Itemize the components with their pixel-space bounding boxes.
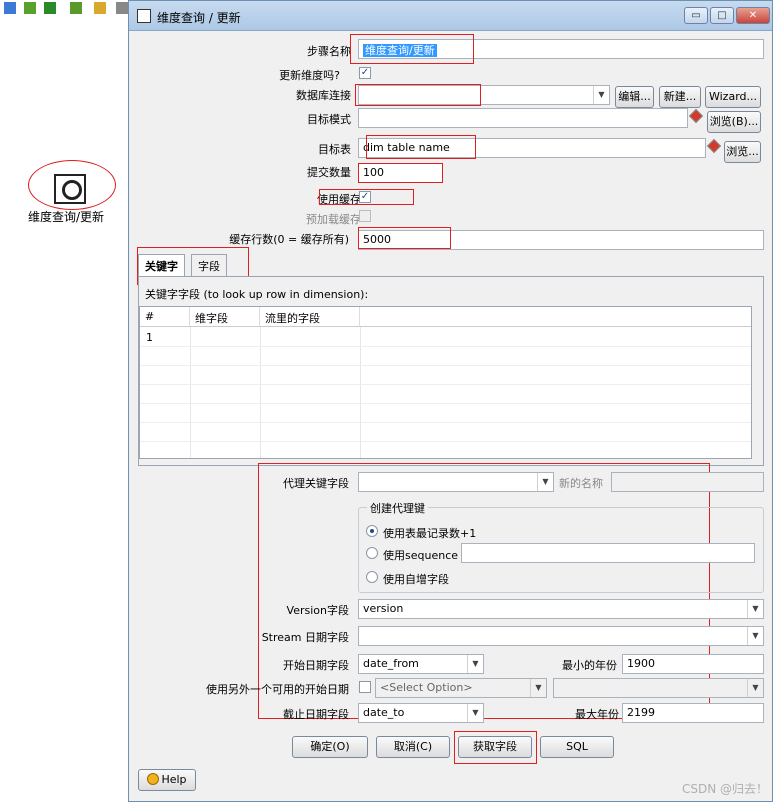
alt-start-type-select[interactable]: <Select Option> ▼: [375, 678, 547, 698]
radio-autoinc-label[interactable]: 使用自增字段: [383, 571, 449, 587]
step-label: 维度查询/更新: [28, 210, 105, 224]
db-conn-label: 数据库连接: [296, 89, 351, 102]
start-date-label: 开始日期字段: [283, 659, 349, 672]
browse-schema-button[interactable]: 浏览(B)...: [707, 111, 761, 133]
table-row-number[interactable]: 1: [146, 331, 153, 344]
new-name-label: 新的名称: [559, 477, 603, 490]
chevron-down-icon: ▼: [593, 86, 609, 104]
watermark: CSDN @归去！: [681, 782, 768, 796]
edit-icon[interactable]: [70, 2, 82, 14]
radio-table-max-label[interactable]: 使用表最记录数+1: [383, 525, 476, 541]
target-schema-input[interactable]: [358, 108, 688, 128]
keys-caption: 关键字字段 (to look up row in dimension):: [145, 288, 369, 301]
commit-size-input[interactable]: 100: [358, 163, 443, 183]
annotation-box: [319, 189, 414, 205]
radio-sequence-label[interactable]: 使用sequence: [383, 547, 458, 563]
new-button[interactable]: 新建...: [659, 86, 701, 108]
row-divider: [140, 441, 751, 442]
chevron-down-icon: ▼: [530, 679, 546, 697]
annotation-box: [366, 135, 476, 159]
version-select[interactable]: version ▼: [358, 599, 764, 619]
hop-icon[interactable]: [24, 2, 36, 14]
radio-autoinc[interactable]: [366, 571, 378, 583]
alt-start-checkbox[interactable]: [359, 681, 371, 693]
surrogate-key-label: 代理关键字段: [283, 477, 349, 490]
annotation-box: [454, 731, 537, 764]
more-icon[interactable]: [116, 2, 128, 14]
group-title: 创建代理键: [367, 500, 428, 516]
preload-cache-checkbox[interactable]: [359, 210, 371, 222]
annotation-box: [350, 34, 474, 64]
min-year-label: 最小的年份: [562, 659, 617, 672]
variable-icon: [706, 138, 722, 154]
dimension-lookup-icon: [54, 174, 86, 204]
row-divider: [140, 346, 751, 347]
column-header[interactable]: 维字段: [190, 307, 260, 327]
target-schema-label: 目标模式: [307, 113, 351, 126]
variable-icon: [688, 108, 704, 124]
cache-rows-label: 缓存行数(0 = 缓存所有): [229, 233, 349, 246]
help-button[interactable]: Help: [138, 769, 196, 791]
step-name-label: 步骤名称: [307, 45, 351, 58]
max-year-input[interactable]: 2199: [622, 703, 764, 723]
ok-button[interactable]: 确定(O): [292, 736, 368, 758]
annotation-box: [355, 84, 481, 106]
new-name-input[interactable]: [611, 472, 764, 492]
row-divider: [140, 365, 751, 366]
window-title: 维度查询 / 更新: [157, 11, 241, 25]
chevron-down-icon: ▼: [747, 679, 763, 697]
update-dim-checkbox[interactable]: ✓: [359, 67, 371, 79]
chevron-down-icon: ▼: [467, 704, 483, 722]
row-divider: [140, 422, 751, 423]
help-icon: [147, 773, 160, 785]
tool-icon[interactable]: [94, 2, 106, 14]
radio-table-max[interactable]: [366, 525, 378, 537]
minimize-button[interactable]: ▭: [684, 7, 708, 24]
chevron-down-icon: ▼: [747, 600, 763, 618]
run-icon[interactable]: [44, 2, 56, 14]
column-header[interactable]: #: [140, 307, 190, 327]
min-year-input[interactable]: 1900: [622, 654, 764, 674]
sequence-input[interactable]: [461, 543, 755, 563]
preload-cache-label: 预加载缓存: [306, 213, 361, 226]
close-button[interactable]: ✕: [736, 7, 770, 24]
version-label: Version字段: [286, 604, 349, 617]
chevron-down-icon: ▼: [747, 627, 763, 645]
wizard-button[interactable]: Wizard...: [705, 86, 761, 108]
keys-table[interactable]: # 维字段 流里的字段 1: [139, 306, 752, 459]
dimension-lookup-dialog: 维度查询 / 更新 ▭ □ ✕ 步骤名称 维度查询/更新 更新维度吗? ✓ 数据…: [128, 0, 773, 802]
title-bar: 维度查询 / 更新 ▭ □ ✕: [129, 1, 772, 31]
row-divider: [140, 403, 751, 404]
browse-table-button[interactable]: 浏览...: [724, 141, 761, 163]
update-dim-label: 更新维度吗?: [279, 69, 340, 82]
column-header[interactable]: 流里的字段: [260, 307, 360, 327]
alt-start-label: 使用另外一个可用的开始日期: [206, 683, 349, 696]
canvas-toolbar: [0, 0, 130, 18]
start-date-select[interactable]: date_from ▼: [358, 654, 484, 674]
end-date-label: 截止日期字段: [283, 708, 349, 721]
max-year-label: 最大年份: [575, 708, 619, 721]
column-header-empty: [360, 307, 751, 327]
target-table-label: 目标表: [318, 143, 351, 156]
select-icon[interactable]: [4, 2, 16, 14]
stream-date-select[interactable]: ▼: [358, 626, 764, 646]
stream-date-label: Stream 日期字段: [261, 631, 349, 644]
cancel-button[interactable]: 取消(C): [376, 736, 450, 758]
row-divider: [140, 384, 751, 385]
surrogate-key-select[interactable]: ▼: [358, 472, 554, 492]
radio-sequence[interactable]: [366, 547, 378, 559]
edit-button[interactable]: 编辑...: [615, 86, 654, 108]
sql-button[interactable]: SQL: [540, 736, 614, 758]
alt-start-field-select[interactable]: ▼: [553, 678, 764, 698]
commit-size-label: 提交数量: [307, 166, 351, 179]
end-date-select[interactable]: date_to ▼: [358, 703, 484, 723]
chevron-down-icon: ▼: [537, 473, 553, 491]
chevron-down-icon: ▼: [467, 655, 483, 673]
window-icon: [137, 9, 151, 23]
maximize-button[interactable]: □: [710, 7, 734, 24]
annotation-box: [358, 227, 451, 249]
